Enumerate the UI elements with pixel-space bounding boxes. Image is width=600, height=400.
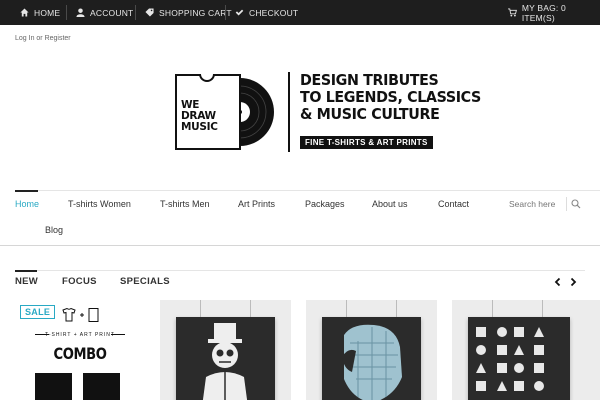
search-input[interactable] (500, 196, 568, 212)
nav-active-indicator (15, 190, 38, 192)
tab-active-indicator (15, 270, 37, 272)
chevron-left-icon[interactable] (553, 277, 563, 287)
home-icon (20, 8, 29, 17)
tab-focus[interactable]: FOCUS (62, 276, 97, 287)
poster-image (468, 317, 570, 400)
hanging-wire (200, 300, 201, 317)
map-portrait-illustration (342, 324, 402, 400)
combo-title: COMBO (53, 344, 107, 363)
tab-specials[interactable]: SPECIALS (120, 276, 170, 287)
main-navigation: Home T-shirts Women T-shirts Men Art Pri… (0, 190, 600, 246)
product-card-map-portrait-poster[interactable] (306, 300, 437, 400)
account-link[interactable]: ACCOUNT (76, 0, 133, 25)
account-link-label: ACCOUNT (90, 7, 134, 18)
logo-subtitle: FINE T-SHIRTS & ART PRINTS (300, 136, 433, 149)
login-register-link[interactable]: Log In or Register (15, 35, 71, 42)
site-logo[interactable]: WE DRAW MUSIC DESIGN TRIBUTES TO LEGENDS… (175, 72, 481, 154)
combo-subtitle: T-SHIRT + ART PRINT (35, 332, 125, 338)
skeleton-tophat-illustration (202, 323, 248, 400)
divider (66, 5, 67, 20)
my-bag-label: MY BAG: 0 ITEM(S) (521, 2, 566, 23)
shopping-cart-link[interactable]: SHOPPING CART (145, 0, 232, 25)
nav-item-about-us[interactable]: About us (372, 199, 408, 209)
hanging-wire (346, 300, 347, 317)
divider (135, 5, 136, 20)
logo-mark-text: WE DRAW MUSIC (181, 99, 218, 133)
tshirt-collar-icon (199, 74, 215, 82)
product-card-skeleton-poster[interactable] (160, 300, 291, 400)
product-card-combo[interactable]: SALE T-SHIRT + ART PRINT COMBO (15, 300, 152, 400)
home-link-label: HOME (34, 7, 61, 18)
cart-icon (508, 8, 517, 17)
home-link[interactable]: HOME (20, 0, 60, 25)
poster-image (322, 317, 421, 400)
nav-item-contact[interactable]: Contact (438, 199, 469, 209)
logo-divider (288, 72, 290, 152)
nav-item-home[interactable]: Home (15, 199, 39, 209)
tshirt-plus-print-icon (62, 308, 99, 322)
logo-tagline: DESIGN TRIBUTES TO LEGENDS, CLASSICS & M… (300, 71, 481, 123)
search-box (500, 196, 587, 212)
checkout-link[interactable]: CHECKOUT (235, 0, 298, 25)
tab-new[interactable]: NEW (15, 276, 38, 287)
divider (225, 5, 226, 20)
nav-item-blog[interactable]: Blog (45, 225, 63, 235)
nav-item-art-prints[interactable]: Art Prints (238, 199, 275, 209)
combo-tshirt-thumbnail (35, 373, 72, 400)
hanging-wire (250, 300, 251, 317)
nav-item-tshirts-men[interactable]: T-shirts Men (160, 199, 210, 209)
sale-badge: SALE (20, 305, 56, 319)
hanging-wire (492, 300, 493, 317)
nav-item-tshirts-women[interactable]: T-shirts Women (68, 199, 131, 209)
tag-icon (145, 8, 154, 17)
product-tabs: NEW FOCUS SPECIALS (15, 270, 585, 290)
product-card-icons-poster[interactable] (452, 300, 600, 400)
search-icon[interactable] (571, 199, 581, 209)
search-divider (566, 197, 567, 211)
hanging-wire (542, 300, 543, 317)
nav-top-border (15, 190, 600, 191)
poster-image (176, 317, 275, 400)
hanging-wire (396, 300, 397, 317)
chevron-right-icon[interactable] (568, 277, 578, 287)
nav-item-packages[interactable]: Packages (305, 199, 345, 209)
check-icon (235, 9, 244, 16)
top-bar: HOME ACCOUNT SHOPPING CART CHECKOUT MY B… (0, 0, 600, 25)
combo-print-thumbnail (83, 373, 120, 400)
shopping-cart-link-label: SHOPPING CART (159, 7, 232, 18)
my-bag-link[interactable]: MY BAG: 0 ITEM(S) (508, 0, 600, 25)
checkout-link-label: CHECKOUT (249, 7, 299, 18)
icon-grid-illustration (476, 327, 544, 391)
tshirt-logo-mark: WE DRAW MUSIC (175, 74, 241, 150)
user-icon (76, 8, 85, 17)
